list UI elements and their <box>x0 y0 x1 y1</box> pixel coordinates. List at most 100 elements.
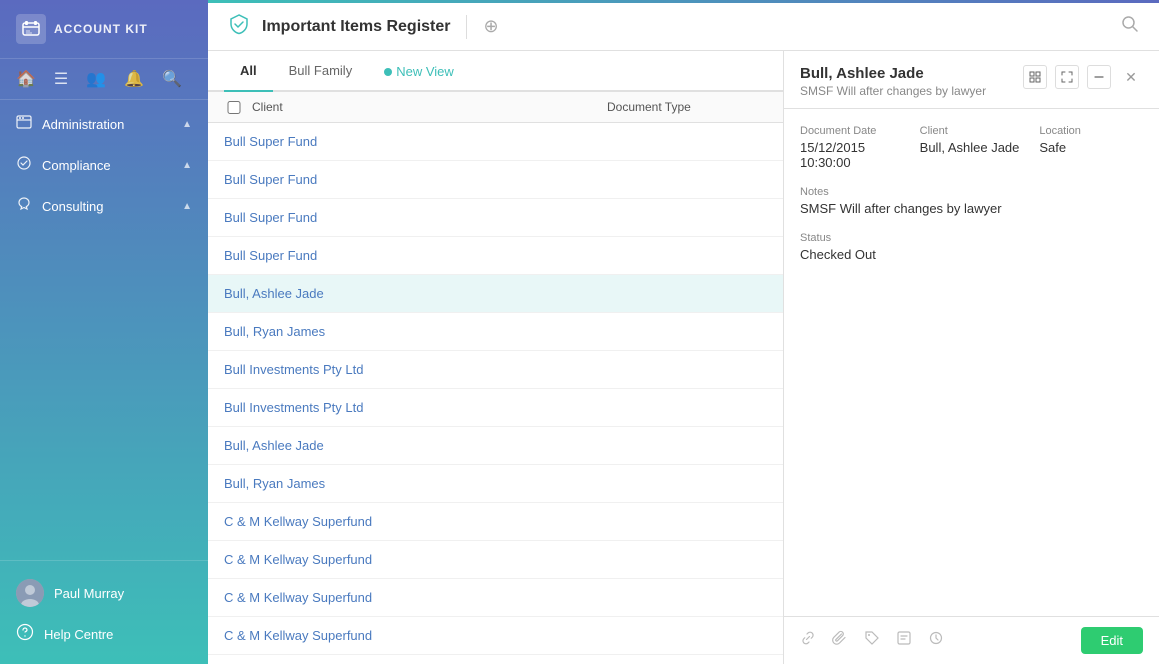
detail-close-button[interactable]: ✕ <box>1119 65 1143 89</box>
table-row[interactable]: C & M Kellway Superfund <box>208 617 783 655</box>
add-tab-button[interactable]: ⊕ <box>483 16 498 37</box>
sidebar: ACCOUNT KIT 🏠 ☰ 👥 🔔 🔍 Administration ▲ <box>0 0 208 664</box>
table-row[interactable]: C & M Kellway Superfund <box>208 503 783 541</box>
list-panel: All Bull Family New View Client Document… <box>208 51 784 664</box>
home-icon[interactable]: 🏠 <box>16 69 36 89</box>
sidebar-logo: ACCOUNT KIT <box>0 0 208 59</box>
row-client: Bull, Ryan James <box>224 476 607 491</box>
consulting-label: Consulting <box>42 199 103 214</box>
table-rows: Bull Super Fund Bull Super Fund Bull Sup… <box>208 123 783 664</box>
notes-value: SMSF Will after changes by lawyer <box>800 201 1143 216</box>
user-name: Paul Murray <box>54 586 124 601</box>
tab-bull-family[interactable]: Bull Family <box>273 51 369 92</box>
edit-button[interactable]: Edit <box>1081 627 1143 654</box>
detail-subtitle: SMSF Will after changes by lawyer <box>800 84 1023 98</box>
notes-icon[interactable] <box>896 630 912 651</box>
sidebar-bottom: Paul Murray Help Centre <box>0 560 208 664</box>
table-row[interactable]: C & M Kellway Superfund <box>208 541 783 579</box>
sidebar-item-administration[interactable]: Administration ▲ <box>0 104 208 145</box>
new-view-dot <box>384 68 392 76</box>
row-client: Bull Super Fund <box>224 134 607 149</box>
field-document-date: Document Date 15/12/2015 10:30:00 <box>800 125 904 170</box>
client-label: Client <box>920 125 1024 137</box>
table-row[interactable]: C & M Kellway Superfund <box>208 579 783 617</box>
table-row[interactable]: Bull Investments Pty Ltd <box>208 389 783 427</box>
detail-footer: Edit <box>784 616 1159 664</box>
attachment-icon[interactable] <box>832 630 848 651</box>
notes-label: Notes <box>800 186 1143 198</box>
sidebar-nav-icons: 🏠 ☰ 👥 🔔 🔍 <box>0 59 208 100</box>
list-icon[interactable]: ☰ <box>54 69 68 89</box>
search-icon[interactable]: 🔍 <box>162 69 182 89</box>
sidebar-item-compliance[interactable]: Compliance ▲ <box>0 145 208 186</box>
administration-icon <box>16 114 32 135</box>
sidebar-item-consulting[interactable]: Consulting ▲ <box>0 186 208 227</box>
col-header-client: Client <box>252 100 607 114</box>
location-label: Location <box>1039 125 1143 137</box>
col-header-doctype: Document Type <box>607 100 767 114</box>
table-row[interactable]: Bull, Ryan James <box>208 465 783 503</box>
table-header: Client Document Type <box>208 92 783 123</box>
detail-title: Bull, Ashlee Jade <box>800 65 1023 82</box>
app-name: ACCOUNT KIT <box>54 22 148 36</box>
consulting-icon <box>16 196 32 217</box>
users-icon[interactable]: 👥 <box>86 69 106 89</box>
detail-status: Status Checked Out <box>800 232 1143 262</box>
detail-panel: Bull, Ashlee Jade SMSF Will after change… <box>784 51 1159 664</box>
administration-chevron: ▲ <box>182 119 192 130</box>
main: Important Items Register ⊕ All Bull Fami… <box>208 0 1159 664</box>
tab-all[interactable]: All <box>224 51 273 92</box>
app-logo-icon <box>16 14 46 44</box>
tab-new-view[interactable]: New View <box>368 52 470 91</box>
shield-icon <box>228 13 250 41</box>
detail-header: Bull, Ashlee Jade SMSF Will after change… <box>784 51 1159 109</box>
detail-title-block: Bull, Ashlee Jade SMSF Will after change… <box>800 65 1023 98</box>
row-client: Bull, Ashlee Jade <box>224 438 607 453</box>
table-row[interactable]: Bull Super Fund <box>208 199 783 237</box>
help-icon <box>16 623 34 646</box>
select-all-checkbox[interactable] <box>224 101 244 114</box>
administration-label: Administration <box>42 117 124 132</box>
row-client: Bull Super Fund <box>224 248 607 263</box>
top-header: Important Items Register ⊕ <box>208 3 1159 51</box>
table-row[interactable]: Bull Investments Pty Ltd <box>208 351 783 389</box>
detail-grid: Document Date 15/12/2015 10:30:00 Client… <box>800 125 1143 170</box>
compliance-icon <box>16 155 32 176</box>
table-row[interactable]: Bull, Ryan James <box>208 313 783 351</box>
field-location: Location Safe <box>1039 125 1143 170</box>
alerts-icon[interactable]: 🔔 <box>124 69 144 89</box>
content-area: All Bull Family New View Client Document… <box>208 51 1159 664</box>
table-row[interactable]: Bull Super Fund <box>208 237 783 275</box>
table-row[interactable]: Bull Super Fund <box>208 123 783 161</box>
avatar <box>16 579 44 607</box>
field-client: Client Bull, Ashlee Jade <box>920 125 1024 170</box>
row-client: Bull Super Fund <box>224 172 607 187</box>
row-client: C & M Kellway Superfund <box>224 514 607 529</box>
doc-date-label: Document Date <box>800 125 904 137</box>
client-value: Bull, Ashlee Jade <box>920 140 1024 155</box>
doc-date-value: 15/12/2015 10:30:00 <box>800 140 904 170</box>
history-icon[interactable] <box>928 630 944 651</box>
sidebar-user[interactable]: Paul Murray <box>0 571 208 615</box>
sidebar-help[interactable]: Help Centre <box>0 615 208 654</box>
detail-action-buttons: ✕ <box>1023 65 1143 89</box>
table-row[interactable]: Bull Super Fund <box>208 161 783 199</box>
row-client: C & M Kellway Superfund <box>224 590 607 605</box>
table-row[interactable]: Bull, Ashlee Jade <box>208 275 783 313</box>
new-view-label: New View <box>396 64 454 79</box>
page-title: Important Items Register <box>262 18 450 36</box>
header-search-button[interactable] <box>1121 15 1139 38</box>
detail-minimize-button[interactable] <box>1087 65 1111 89</box>
consulting-chevron: ▲ <box>182 201 192 212</box>
table-row[interactable]: Bull, Ashlee Jade <box>208 427 783 465</box>
detail-fullscreen-button[interactable] <box>1055 65 1079 89</box>
row-client: Bull, Ryan James <box>224 324 607 339</box>
detail-expand-button[interactable] <box>1023 65 1047 89</box>
header-divider <box>466 15 467 39</box>
compliance-label: Compliance <box>42 158 111 173</box>
link-icon[interactable] <box>800 630 816 651</box>
detail-notes: Notes SMSF Will after changes by lawyer <box>800 186 1143 216</box>
tag-icon[interactable] <box>864 630 880 651</box>
help-label: Help Centre <box>44 627 113 642</box>
row-client: C & M Kellway Superfund <box>224 552 607 567</box>
